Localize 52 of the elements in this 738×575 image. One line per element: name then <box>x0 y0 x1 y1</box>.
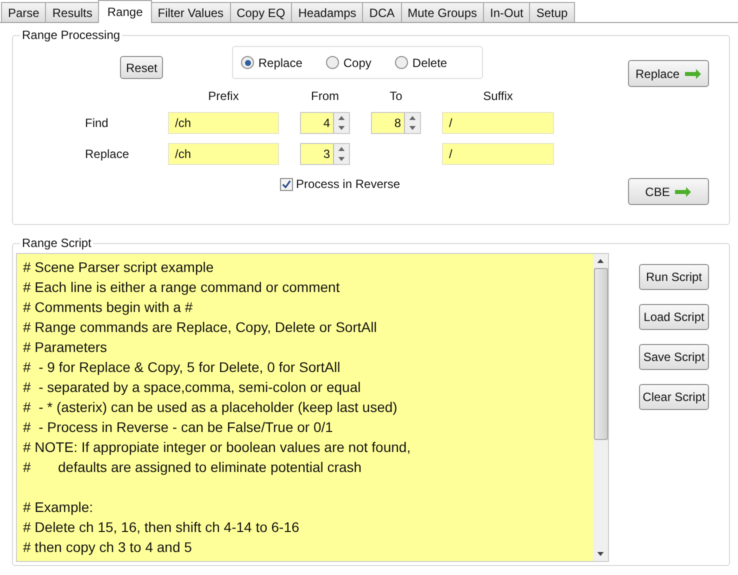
suffix-field[interactable]: / <box>442 143 554 165</box>
reset-button[interactable]: Reset <box>120 56 164 79</box>
column-header: To <box>388 89 404 103</box>
radio-option[interactable]: Replace <box>241 56 302 70</box>
reverse-checkbox[interactable]: Process in Reverse <box>280 177 400 191</box>
tab[interactable]: Results <box>45 2 100 22</box>
up-arrow-icon[interactable] <box>338 147 345 151</box>
group-title: Range Script <box>20 236 94 250</box>
tab[interactable]: Range <box>98 0 152 23</box>
tab[interactable]: Headamps <box>291 2 364 22</box>
from-spinner[interactable]: 4 <box>300 112 350 134</box>
suffix-field[interactable]: / <box>442 112 554 134</box>
down-arrow-icon[interactable] <box>338 157 345 161</box>
down-arrow-icon[interactable] <box>597 552 604 556</box>
radio-option[interactable]: Delete <box>395 56 448 70</box>
up-arrow-icon[interactable] <box>597 259 604 263</box>
row-label: Find <box>85 116 110 130</box>
script-button[interactable]: Clear Script <box>639 384 709 410</box>
down-arrow-icon[interactable] <box>409 126 416 130</box>
radio-icon[interactable] <box>241 56 254 69</box>
radio-option[interactable]: Copy <box>326 56 372 70</box>
tab[interactable]: Filter Values <box>150 2 231 22</box>
tab[interactable]: Parse <box>1 2 46 22</box>
from-spinner[interactable]: 3 <box>300 143 350 165</box>
to-spinner[interactable]: 8 <box>371 112 421 134</box>
replace-button[interactable]: Replace <box>628 60 709 87</box>
down-arrow-icon[interactable] <box>338 126 345 130</box>
arrow-icon <box>674 186 692 196</box>
script-editor[interactable]: # Scene Parser script example # Each line is either a range command or comment # Comments begin with a # # Range commands are Replace, Copy, Delete or SortAll # Parameters # - 9 for Replace & Copy, 5 for Delete, 0 for SortAll # - separated by a space,comma, semi-colon or equal # - * (asterix) can be used as a placeholder (keep last used) # - Process in Reverse - can be False/True or 0/1 # NOTE: If appropiate integer or boolean values are not found, # defaults are assigned to eliminate potential crash # Example: # Delete ch 15, 16, then shift ch 4-14 to 6-16 # then copy ch 3 to 4 and 5 <box>17 254 593 561</box>
tab[interactable]: Setup <box>529 2 575 22</box>
column-header: From <box>310 89 340 103</box>
script-button[interactable]: Load Script <box>639 304 709 330</box>
scrollbar[interactable] <box>593 254 608 561</box>
prefix-field[interactable]: /ch <box>168 143 279 165</box>
row-label: Replace <box>85 147 130 161</box>
cbe-button[interactable]: CBE <box>628 178 709 205</box>
column-header: Suffix <box>482 89 514 103</box>
script-button[interactable]: Save Script <box>639 344 709 370</box>
up-arrow-icon[interactable] <box>338 116 345 120</box>
arrow-icon <box>684 68 702 78</box>
group-title: Range Processing <box>20 28 122 42</box>
script-button[interactable]: Run Script <box>639 264 709 290</box>
checkbox-icon[interactable] <box>280 178 293 190</box>
tab[interactable]: Copy EQ <box>230 2 292 22</box>
prefix-field[interactable]: /ch <box>168 112 279 134</box>
up-arrow-icon[interactable] <box>409 116 416 120</box>
tab[interactable]: DCA <box>362 2 402 22</box>
radio-icon[interactable] <box>395 56 408 69</box>
column-header: Prefix <box>207 89 240 103</box>
tab[interactable]: In-Out <box>483 2 530 22</box>
radio-icon[interactable] <box>326 56 340 69</box>
tab[interactable]: Mute Groups <box>400 2 484 22</box>
